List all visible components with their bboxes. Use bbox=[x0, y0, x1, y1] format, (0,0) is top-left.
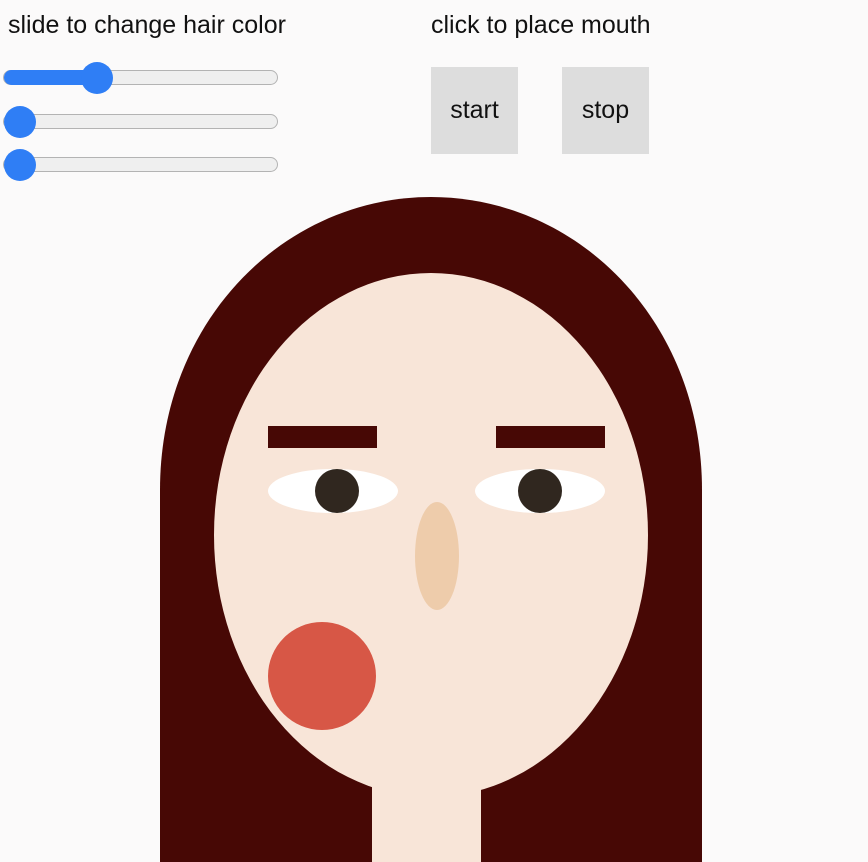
left-iris bbox=[315, 469, 359, 513]
right-iris bbox=[518, 469, 562, 513]
mouth bbox=[268, 622, 376, 730]
face-drawing-app: slide to change hair color click to plac… bbox=[0, 0, 868, 862]
portrait-canvas[interactable] bbox=[0, 0, 868, 862]
right-eyebrow bbox=[496, 426, 605, 448]
left-eyebrow bbox=[268, 426, 377, 448]
nose bbox=[415, 502, 459, 610]
